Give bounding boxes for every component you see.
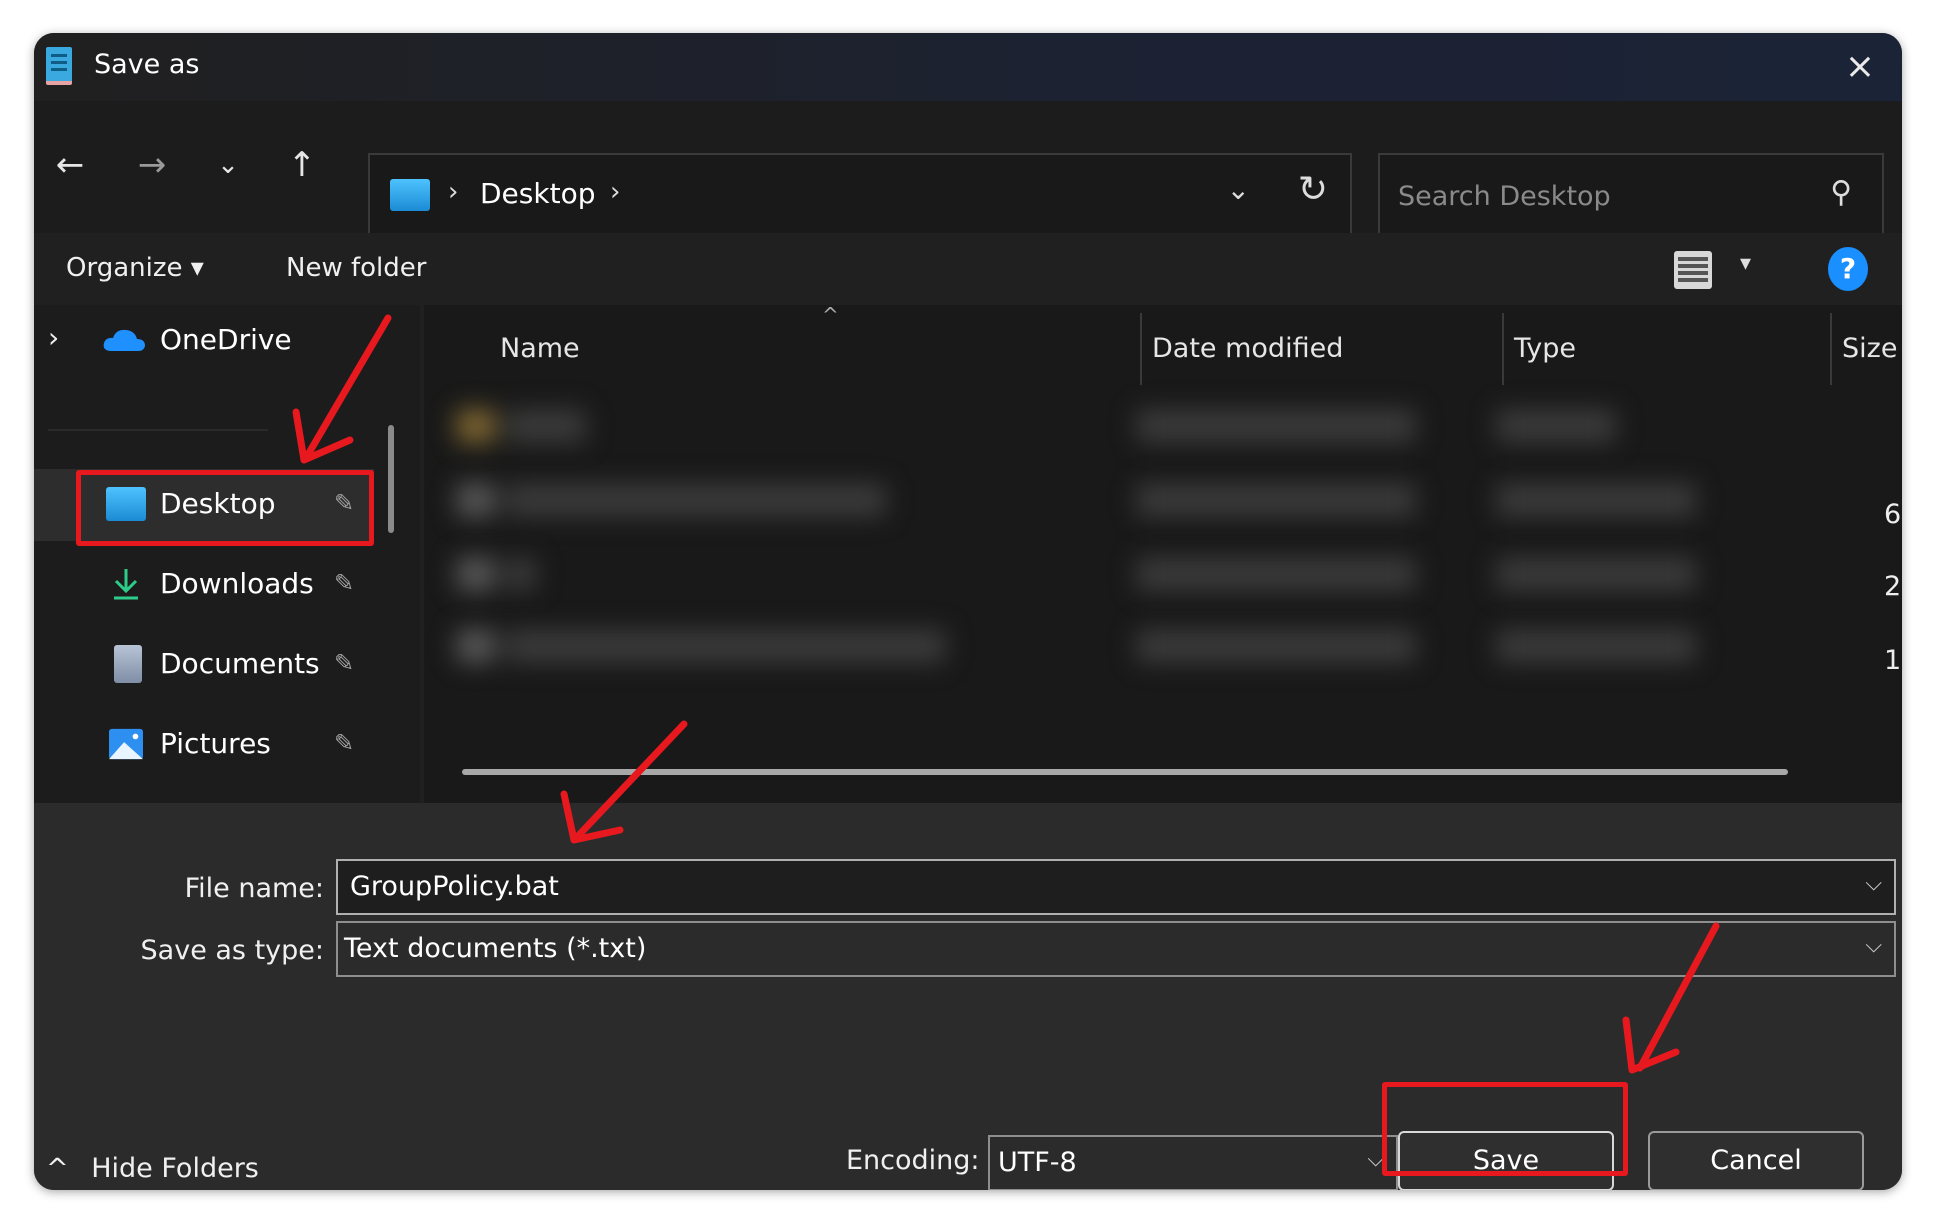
download-arrow-icon <box>114 569 138 600</box>
new-folder-button[interactable]: New folder <box>286 253 426 283</box>
column-header-size[interactable]: Size <box>1842 333 1897 364</box>
view-details-icon[interactable] <box>1674 251 1712 289</box>
back-button[interactable]: ← <box>48 143 92 187</box>
save-options-panel: File name: GroupPolicy.bat ⌵ Save as typ… <box>34 803 1902 1190</box>
sidebar-item-label: Pictures <box>160 727 271 760</box>
help-button[interactable]: ? <box>1828 247 1868 291</box>
file-row[interactable] <box>456 617 1696 677</box>
chevron-down-icon[interactable]: ⌵ <box>1865 871 1882 896</box>
save-as-type-select[interactable]: Text documents (*.txt) ⌵ <box>336 921 1896 977</box>
encoding-label: Encoding: <box>846 1145 980 1176</box>
pin-icon: ✎ <box>334 569 355 597</box>
title-bar: Save as × <box>34 33 1902 101</box>
pin-icon: ✎ <box>334 649 355 677</box>
arrow-left-icon: ← <box>55 145 85 185</box>
column-header-name[interactable]: Name <box>500 333 580 364</box>
arrow-right-icon: → <box>137 145 167 185</box>
save-as-type-label: Save as type: <box>140 935 324 966</box>
column-header-type[interactable]: Type <box>1514 333 1576 364</box>
close-button[interactable]: × <box>1836 43 1884 91</box>
desktop-folder-icon <box>390 179 430 211</box>
view-dropdown-icon[interactable]: ▾ <box>1740 251 1751 276</box>
save-as-dialog: Save as × ← → ⌄ ↑ › Desktop › ⌄ ↻ ⚲ Orga… <box>34 33 1902 1190</box>
organize-button[interactable]: Organize ▾ <box>66 253 204 283</box>
up-button[interactable]: ↑ <box>280 143 324 187</box>
sidebar-item-downloads[interactable]: Downloads ✎ <box>34 549 374 621</box>
file-name-label: File name: <box>184 873 324 904</box>
sidebar-item-label: Downloads <box>160 567 314 600</box>
navigation-pane: › OneDrive Desktop ✎ Downloads ✎ Documen… <box>34 305 420 803</box>
search-input[interactable] <box>1396 175 1800 217</box>
hide-folders-button[interactable]: ^ Hide Folders <box>46 1153 259 1184</box>
pin-icon: ✎ <box>334 729 355 757</box>
close-icon: × <box>1844 46 1876 87</box>
sidebar-item-documents[interactable]: Documents ✎ <box>34 629 374 701</box>
pin-icon: ✎ <box>334 489 355 517</box>
file-name-value[interactable]: GroupPolicy.bat <box>350 871 559 902</box>
chevron-down-icon: ⌵ <box>1367 1147 1384 1172</box>
recent-locations-button[interactable]: ⌄ <box>206 143 250 187</box>
column-divider[interactable] <box>1830 313 1832 385</box>
arrow-up-icon: ↑ <box>287 145 317 185</box>
file-row[interactable] <box>456 397 1636 457</box>
breadcrumb-desktop[interactable]: Desktop <box>480 177 595 210</box>
desktop-folder-icon <box>106 487 146 521</box>
sidebar-scrollbar[interactable] <box>388 425 394 533</box>
sidebar-item-label: Documents <box>160 647 320 680</box>
file-size: 2 <box>1884 571 1902 602</box>
encoding-select[interactable]: UTF-8 ⌵ <box>988 1135 1398 1190</box>
dialog-title: Save as <box>94 49 200 80</box>
breadcrumb-separator: › <box>448 177 459 207</box>
sidebar-item-pictures[interactable]: Pictures ✎ <box>34 709 374 781</box>
sidebar-item-onedrive[interactable]: › OneDrive <box>34 305 374 377</box>
search-box[interactable]: ⚲ <box>1378 153 1884 239</box>
forward-button[interactable]: → <box>130 143 174 187</box>
file-list: ^ Name Date modified Type Size 6 2 1 <box>420 303 1902 803</box>
command-bar: Organize ▾ New folder ▾ ? <box>34 233 1902 305</box>
documents-icon <box>114 645 142 683</box>
sidebar-item-label: OneDrive <box>160 323 292 356</box>
hide-folders-label: Hide Folders <box>91 1153 259 1184</box>
onedrive-cloud-icon <box>103 329 145 351</box>
save-as-type-value: Text documents (*.txt) <box>344 933 647 964</box>
file-row[interactable] <box>456 471 1696 531</box>
breadcrumb-separator[interactable]: › <box>610 177 620 207</box>
chevron-down-icon[interactable]: ⌵ <box>1865 933 1882 958</box>
address-dropdown-icon[interactable]: ⌄ <box>1227 173 1250 206</box>
cancel-button[interactable]: Cancel <box>1648 1131 1864 1190</box>
column-divider[interactable] <box>1502 313 1504 385</box>
chevron-up-icon: ^ <box>46 1153 69 1184</box>
sidebar-item-desktop[interactable]: Desktop ✎ <box>34 469 374 541</box>
chevron-down-icon: ⌄ <box>217 150 239 180</box>
refresh-icon[interactable]: ↻ <box>1298 169 1328 210</box>
sidebar-item-label: Desktop <box>160 487 276 520</box>
horizontal-scrollbar[interactable] <box>462 769 1788 775</box>
column-divider[interactable] <box>1140 313 1142 385</box>
encoding-value: UTF-8 <box>998 1147 1077 1178</box>
column-header-date-modified[interactable]: Date modified <box>1152 333 1343 364</box>
sidebar-divider <box>48 429 268 431</box>
notepad-icon <box>46 47 72 85</box>
chevron-right-icon[interactable]: › <box>48 321 59 354</box>
sort-ascending-icon: ^ <box>822 303 839 327</box>
address-bar[interactable]: › Desktop › ⌄ ↻ <box>368 153 1352 239</box>
file-size: 6 <box>1884 499 1902 530</box>
pictures-icon <box>109 728 143 760</box>
file-name-input[interactable]: GroupPolicy.bat ⌵ <box>336 859 1896 915</box>
file-size: 1 <box>1884 645 1902 676</box>
search-icon[interactable]: ⚲ <box>1830 175 1852 210</box>
save-button[interactable]: Save <box>1398 1131 1614 1190</box>
file-row[interactable] <box>456 545 1696 605</box>
